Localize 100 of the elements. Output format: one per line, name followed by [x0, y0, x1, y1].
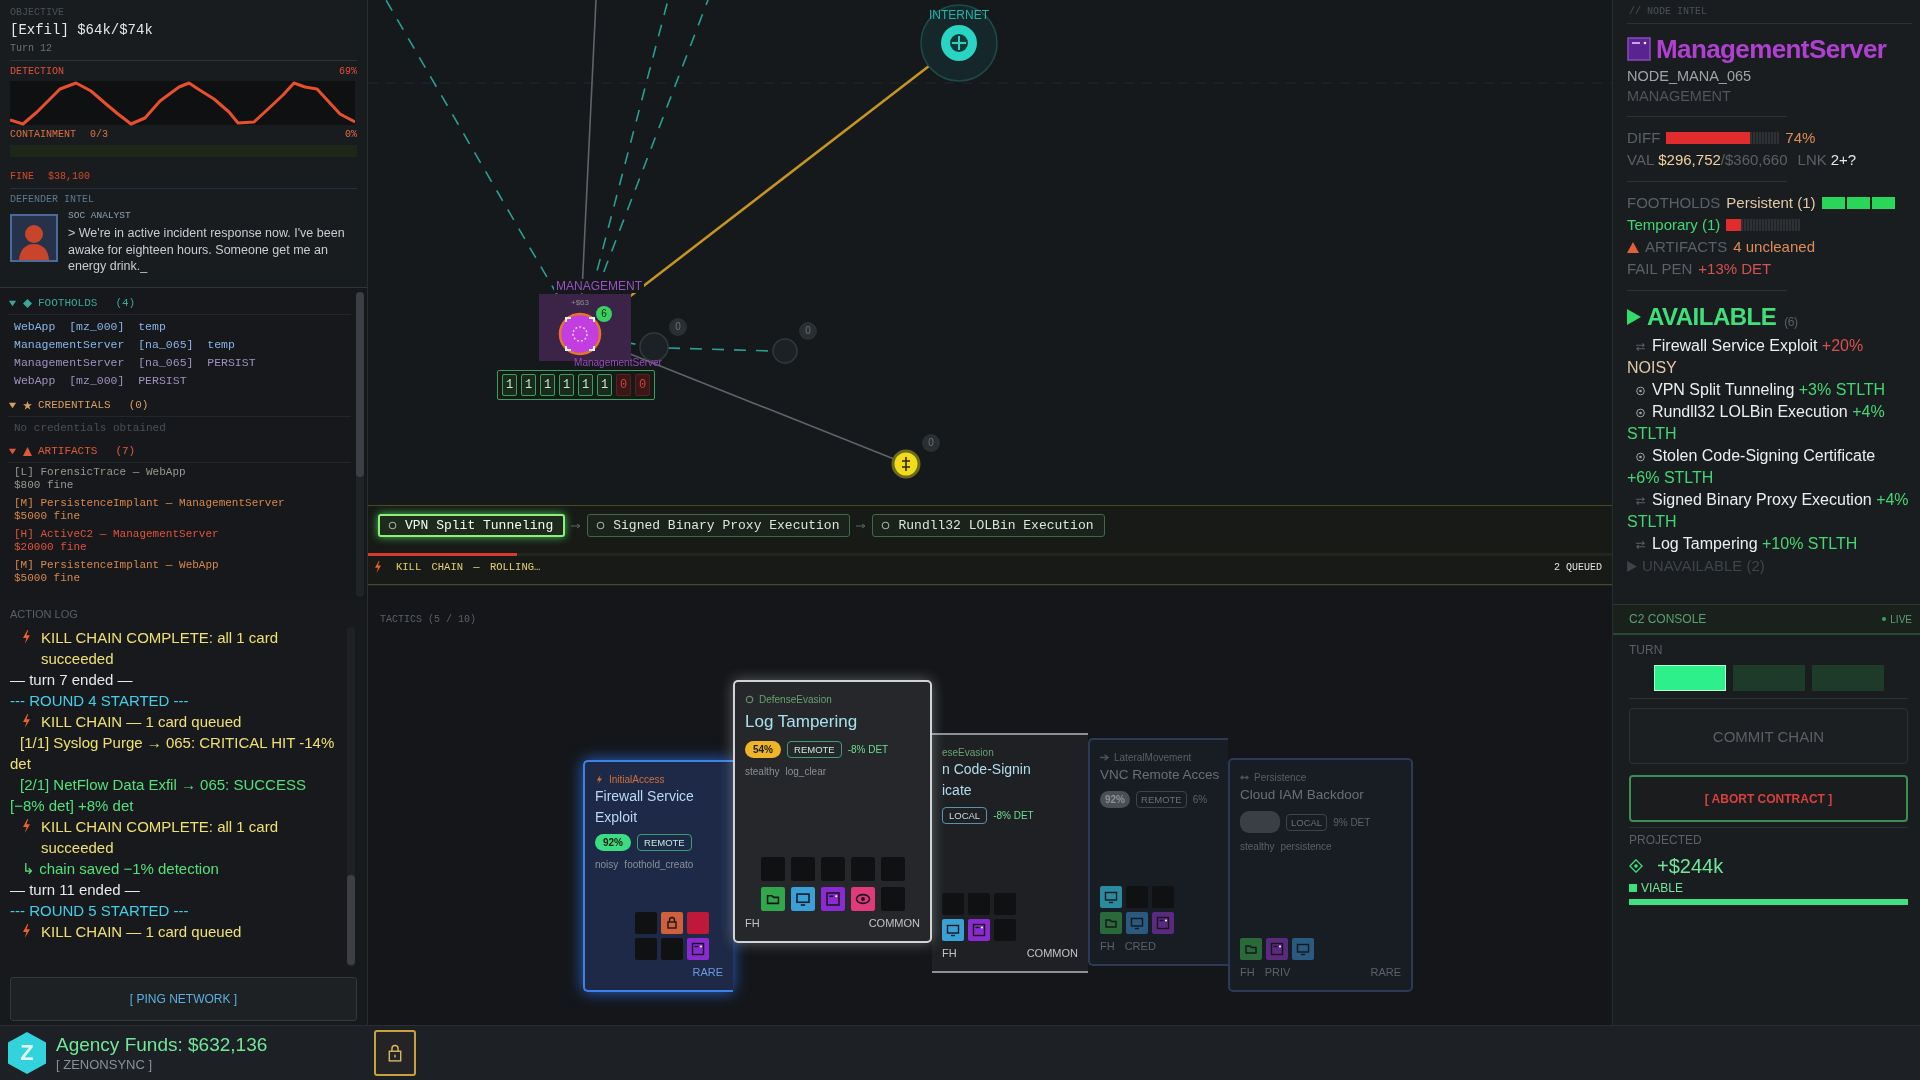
log-entry: [1/1] Syslog Purge → 065: CRITICAL HIT -14% det [10, 734, 335, 772]
current-value: $296,752 [1658, 150, 1721, 170]
range-tag: LOCAL [1286, 813, 1328, 831]
effect-amount: +4% [1852, 403, 1885, 420]
containment-count: 0/3 [90, 129, 109, 141]
card-rarity: COMMON [868, 917, 920, 929]
artifacts-toggle[interactable]: ARTIFACTS (7) [8, 442, 136, 461]
foothold-entry[interactable]: WebApp [mz_000] PERSIST [14, 372, 351, 391]
artifact-fine: $20000 fine [14, 540, 88, 554]
swap-arrows-icon [1635, 496, 1646, 506]
foothold-entry[interactable]: WebApp [mz_000] temp [14, 318, 351, 337]
card-tag: stealthy [745, 766, 780, 777]
card-title: n Code-Signin [942, 760, 1032, 779]
circle-icon [596, 521, 606, 530]
card-requirement: PRIV [1264, 966, 1291, 978]
artifact-name: [M] PersistenceImplant — ManagementServer [14, 497, 286, 510]
server-node[interactable] [558, 312, 602, 356]
card-requirement: FH [942, 947, 957, 959]
analyst-avatar [10, 214, 58, 262]
tactic-name: Rundll32 LOLBin Execution [1652, 403, 1848, 420]
artifact-name: [H] ActiveC2 — ManagementServer [14, 528, 220, 541]
effect-amount: +10% [1762, 535, 1804, 552]
chain-step[interactable]: VPN Split Tunneling [378, 514, 566, 537]
bolt-icon [374, 561, 382, 573]
internet-node[interactable] [920, 4, 998, 82]
empty-slot-icon [635, 912, 657, 934]
tactic-card[interactable]: Persistence Cloud IAM Backdoor LOCAL 9% DET stealthy persistence FH PRIV RARE [1228, 758, 1413, 992]
ping-network-button[interactable]: [ PING NETWORK ] [10, 977, 357, 1021]
bolt-icon [22, 819, 31, 833]
detection-label: DETECTION [10, 66, 64, 78]
effect-amount: +20% [1821, 337, 1864, 354]
effect-tag: STLTH [1807, 535, 1858, 552]
node-type: MANAGEMENT [1627, 87, 1732, 106]
fail-penalty-value: +13% DET [1698, 259, 1772, 279]
hidden-node[interactable] [772, 338, 798, 364]
footholds-toggle[interactable]: FOOTHOLDS (4) [8, 294, 136, 313]
foothold-entry[interactable]: ManagementServer [na_065] PERSIST [14, 354, 351, 373]
effect-amount: +4% [1876, 491, 1909, 508]
card-requirement: FH [1240, 966, 1255, 978]
effect-tag: NOISY [1627, 359, 1677, 376]
agency-name: [ ZENONSYNC ] [56, 1057, 154, 1073]
abort-contract-button[interactable]: [ ABORT CONTRACT ] [1629, 775, 1908, 822]
server-type-label: MANAGEMENT [554, 279, 644, 293]
internet-label: INTERNET [929, 8, 989, 22]
arrow-icon [856, 522, 867, 529]
action-log-title: ACTION LOG [10, 607, 79, 621]
foothold-slot: 1 [597, 374, 612, 396]
objective-label: OBJECTIVE [10, 7, 65, 19]
tactic-name: Firewall Service Exploit [1652, 337, 1818, 354]
available-toggle[interactable]: AVAILABLE (6) [1627, 301, 1798, 333]
card-requirement: FH [745, 917, 760, 929]
foothold-slot: 0 [635, 374, 650, 396]
card-title: Cloud IAM Backdoor [1240, 786, 1365, 804]
credentials-toggle[interactable]: CREDENTIALS (0) [8, 396, 149, 415]
detection-effect: 6% [1192, 794, 1208, 805]
range-tag: REMOTE [637, 834, 692, 851]
range-tag: LOCAL [942, 807, 988, 824]
fine-value: $38,100 [48, 171, 91, 183]
temporary-count: Temporary (1) [1627, 215, 1721, 235]
containment-label: CONTAINMENT [10, 129, 76, 141]
effect-tag: STLTH [1627, 513, 1677, 530]
status-dot-icon [1882, 617, 1887, 621]
foothold-slot: 1 [521, 374, 536, 396]
card-tag: persistence [1280, 841, 1332, 852]
effect-tag: STLTH [1835, 381, 1886, 398]
live-status: LIVE [1890, 613, 1912, 625]
card-tag: stealthy [1240, 841, 1275, 852]
target-icon [1635, 408, 1646, 418]
tactic-name: Stolen Code-Signing Certificate [1652, 447, 1876, 464]
links-label: LNK [1797, 150, 1827, 170]
log-entry: --- ROUND 5 STARTED --- [10, 902, 189, 919]
foothold-slot: 1 [578, 374, 593, 396]
tactic-card[interactable]: DefenseEvasion Log Tampering 54% REMOTE -8% DET stealthy log_clear FH COMMON [733, 680, 932, 943]
fail-penalty-label: FAIL PEN [1627, 259, 1693, 279]
scrollbar-thumb[interactable] [356, 292, 364, 478]
diff-label: DIFF [1627, 128, 1661, 148]
chain-step[interactable]: Signed Binary Proxy Execution [587, 514, 851, 537]
effect-amount: +3% [1798, 381, 1832, 398]
artifacts-value: 4 uncleaned [1733, 237, 1815, 257]
card-category: InitialAccess [609, 773, 665, 785]
effect-tag: STLTH [1627, 425, 1677, 442]
play-icon [1627, 309, 1641, 325]
card-rarity: RARE [692, 966, 723, 978]
card-requirement: CRED [1124, 940, 1156, 952]
lock-button[interactable] [374, 1030, 416, 1076]
caret-icon [8, 298, 17, 308]
scrollbar-thumb[interactable] [347, 875, 355, 965]
foothold-entry[interactable]: ManagementServer [na_065] temp [14, 336, 351, 355]
node-count: 0 [669, 318, 687, 336]
empty-slot-icon [661, 938, 683, 960]
log-entry: KILL CHAIN COMPLETE: all 1 card succeeded [41, 817, 280, 858]
node-intel-header: // NODE INTEL [1628, 6, 1708, 18]
tactic-card[interactable]: eseEvasion n Code-Signin icate LOCAL -8% DET FH COMMON [932, 733, 1088, 973]
diamond-icon [23, 298, 32, 308]
tactic-card[interactable]: LateralMovement VNC Remote Acces 92% REMOTE 6% FH CRED [1088, 738, 1228, 966]
target-node[interactable] [891, 449, 921, 479]
square-icon [1629, 884, 1637, 892]
warning-icon [1627, 241, 1639, 253]
chain-step[interactable]: Rundll32 LOLBin Execution [872, 514, 1105, 537]
tactic-card[interactable]: InitialAccess Firewall Service Exploit 92% REMOTE noisy foothold_creato RARE [583, 760, 733, 992]
